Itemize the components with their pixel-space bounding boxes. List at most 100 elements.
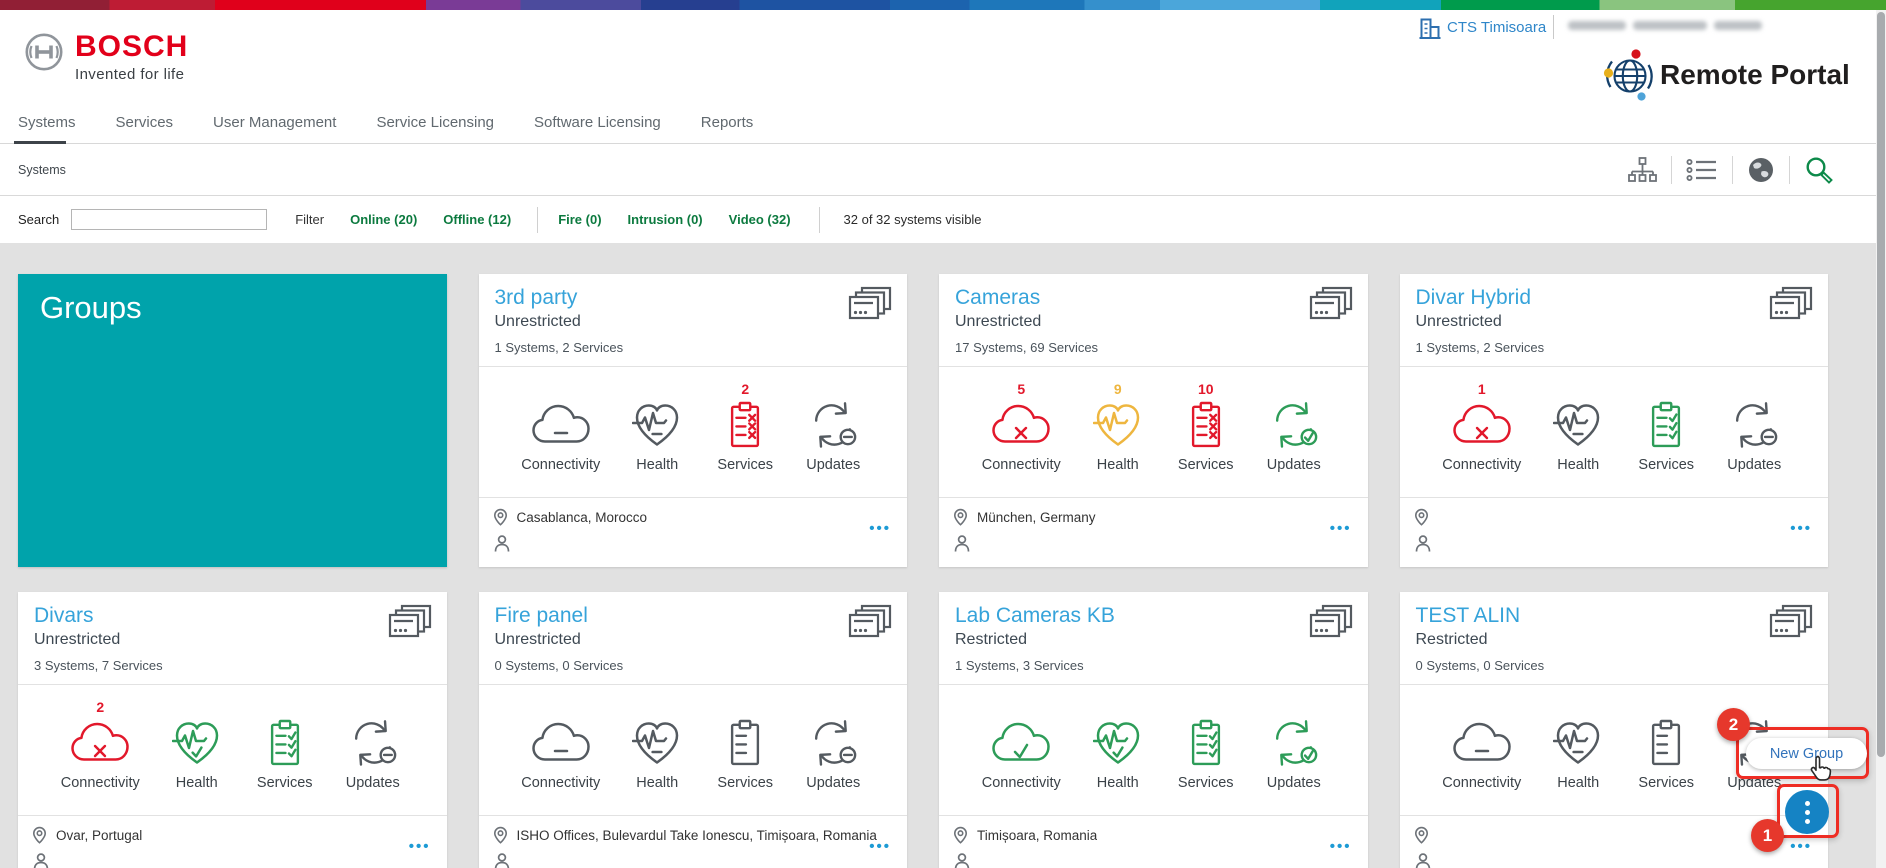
card-status-icons: Connectivity Health Services Updates: [479, 684, 908, 815]
bosch-tagline: Invented for life: [75, 66, 188, 83]
status-count-badge: [195, 699, 199, 715]
updates-sync-icon: Updates: [802, 699, 864, 815]
filter-divider: [537, 207, 538, 233]
card-location: Ovar, Portugal: [56, 828, 142, 843]
location-pin-icon: [493, 508, 508, 526]
search-icon[interactable]: [1804, 155, 1834, 185]
card-stats: 1 Systems, 2 Services: [1416, 340, 1813, 355]
organization-link[interactable]: CTS Timisoara: [1447, 19, 1546, 36]
updates-sync-icon: Updates: [1263, 699, 1325, 815]
primary-nav: Systems Services User Management Service…: [0, 114, 1886, 144]
card-stats: 1 Systems, 2 Services: [495, 340, 892, 355]
filter-label: Filter: [295, 212, 324, 227]
org-cluster: CTS Timisoara: [0, 10, 1886, 50]
view-switcher: [1627, 155, 1834, 185]
card-more-options-button[interactable]: •••: [869, 838, 891, 855]
status-count-badge: [1576, 699, 1580, 715]
toolbar-divider: [1732, 156, 1733, 184]
filter-fire[interactable]: Fire (0): [558, 212, 601, 227]
scrollbar[interactable]: [1876, 10, 1886, 868]
search-input[interactable]: [71, 209, 267, 230]
stacked-cards-icon: [1768, 286, 1814, 324]
bosch-supergraphic-stripe: [0, 0, 1886, 10]
card-status-icons: 1Connectivity Health Services Updates: [1400, 366, 1829, 497]
card-title-link[interactable]: Divar Hybrid: [1416, 286, 1532, 310]
services-clipboard-icon: 2Services: [714, 381, 776, 497]
status-icon-label: Services: [717, 775, 773, 791]
card-title-link[interactable]: Divars: [34, 604, 94, 628]
card-access-level: Unrestricted: [495, 313, 892, 331]
filter-online[interactable]: Online (20): [350, 212, 417, 227]
card-more-options-button[interactable]: •••: [1790, 838, 1812, 855]
system-group-card: Fire panel Unrestricted 0 Systems, 0 Ser…: [479, 592, 908, 868]
status-icon-label: Connectivity: [521, 457, 600, 473]
system-group-card: Cameras Unrestricted 17 Systems, 69 Serv…: [939, 274, 1368, 567]
system-group-card: Divar Hybrid Unrestricted 1 Systems, 2 S…: [1400, 274, 1829, 567]
list-view-icon[interactable]: [1686, 158, 1718, 182]
map-view-globe-icon[interactable]: [1747, 156, 1775, 184]
status-icon-label: Connectivity: [982, 457, 1061, 473]
status-icon-label: Updates: [806, 775, 860, 791]
system-group-card: 3rd party Unrestricted 1 Systems, 2 Serv…: [479, 274, 908, 567]
filter-intrusion[interactable]: Intrusion (0): [628, 212, 703, 227]
status-icon-label: Services: [717, 457, 773, 473]
status-icon-label: Health: [636, 457, 678, 473]
tab-services[interactable]: Services: [116, 114, 174, 140]
card-access-level: Unrestricted: [955, 313, 1352, 331]
card-access-level: Unrestricted: [1416, 313, 1813, 331]
status-icon-label: Connectivity: [61, 775, 140, 791]
health-heart-icon: Health: [626, 381, 688, 497]
connectivity-cloud-icon: Connectivity: [521, 699, 600, 815]
connectivity-cloud-icon: Connectivity: [1442, 699, 1521, 815]
filter-divider: [819, 207, 820, 233]
card-status-icons: 2Connectivity Health Services Updates: [18, 684, 447, 815]
systems-visible-summary: 32 of 32 systems visible: [844, 212, 982, 227]
card-title-link[interactable]: 3rd party: [495, 286, 578, 310]
card-title-link[interactable]: Fire panel: [495, 604, 588, 628]
status-icon-label: Services: [1178, 775, 1234, 791]
filter-video[interactable]: Video (32): [729, 212, 791, 227]
status-icon-label: Updates: [806, 457, 860, 473]
health-heart-icon: Health: [1087, 699, 1149, 815]
status-icon-label: Connectivity: [1442, 775, 1521, 791]
card-location: Timișoara, Romania: [977, 828, 1097, 843]
services-clipboard-icon: Services: [1635, 381, 1697, 497]
person-icon: [1414, 852, 1432, 868]
card-more-options-button[interactable]: •••: [1790, 520, 1812, 537]
tab-software-licensing[interactable]: Software Licensing: [534, 114, 661, 140]
stacked-cards-icon: [847, 604, 893, 642]
card-title-link[interactable]: Lab Cameras KB: [955, 604, 1115, 628]
services-clipboard-icon: Services: [1635, 699, 1697, 815]
card-more-options-button[interactable]: •••: [869, 520, 891, 537]
tab-reports[interactable]: Reports: [701, 114, 754, 140]
scrollbar-thumb[interactable]: [1877, 12, 1885, 757]
status-icon-label: Services: [257, 775, 313, 791]
kebab-menu-fab-button[interactable]: [1785, 790, 1829, 834]
card-title-link[interactable]: TEST ALIN: [1416, 604, 1521, 628]
tab-systems[interactable]: Systems: [18, 114, 76, 140]
card-access-level: Unrestricted: [34, 631, 431, 649]
status-count-badge: [283, 699, 287, 715]
location-pin-icon: [493, 826, 508, 844]
card-more-options-button[interactable]: •••: [1330, 838, 1352, 855]
location-pin-icon: [1414, 508, 1429, 526]
groups-tile[interactable]: Groups: [18, 274, 447, 567]
tab-user-management[interactable]: User Management: [213, 114, 336, 140]
stacked-cards-icon: [387, 604, 433, 642]
status-count-badge: [371, 699, 375, 715]
status-count-badge: [655, 699, 659, 715]
connectivity-cloud-icon: Connectivity: [521, 381, 600, 497]
card-more-options-button[interactable]: •••: [409, 838, 431, 855]
card-access-level: Restricted: [955, 631, 1352, 649]
connectivity-cloud-icon: 5Connectivity: [982, 381, 1061, 497]
stacked-cards-icon: [1768, 604, 1814, 642]
card-more-options-button[interactable]: •••: [1330, 520, 1352, 537]
tab-service-licensing[interactable]: Service Licensing: [376, 114, 494, 140]
card-title-link[interactable]: Cameras: [955, 286, 1040, 310]
remote-portal-page: BOSCH Invented for life CTS Timisoara: [0, 0, 1886, 868]
services-clipboard-icon: Services: [1175, 699, 1237, 815]
filter-offline[interactable]: Offline (12): [443, 212, 511, 227]
services-clipboard-icon: 10Services: [1175, 381, 1237, 497]
hierarchy-view-icon[interactable]: [1627, 156, 1657, 184]
status-icon-label: Services: [1638, 775, 1694, 791]
